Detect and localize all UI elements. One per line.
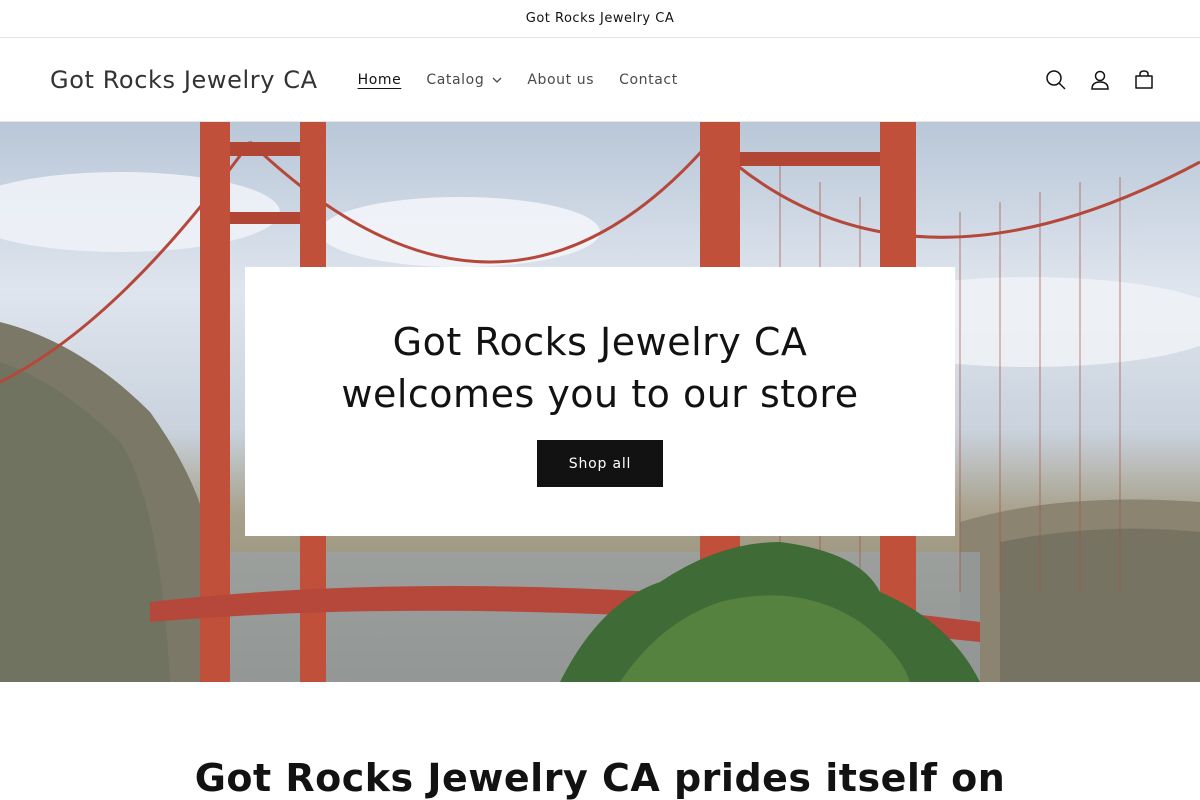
- announcement-text: Got Rocks Jewelry CA: [525, 11, 675, 26]
- main-nav: Home Catalog About us Contact: [358, 72, 678, 88]
- hero-banner: Got Rocks Jewelry CA welcomes you to our…: [0, 122, 1200, 682]
- nav-catalog-label: Catalog: [426, 71, 485, 88]
- search-icon[interactable]: [1038, 62, 1074, 98]
- hero-content-box: Got Rocks Jewelry CA welcomes you to our…: [245, 267, 955, 536]
- site-header: Got Rocks Jewelry CA Home Catalog About …: [0, 38, 1200, 122]
- nav-about[interactable]: About us: [527, 72, 594, 88]
- nav-home[interactable]: Home: [358, 72, 402, 88]
- store-logo[interactable]: Got Rocks Jewelry CA: [50, 66, 318, 94]
- nav-catalog[interactable]: Catalog: [426, 72, 502, 88]
- cart-icon[interactable]: [1126, 62, 1162, 98]
- header-icons: [1038, 38, 1162, 122]
- announcement-bar: Got Rocks Jewelry CA: [0, 0, 1200, 38]
- nav-contact[interactable]: Contact: [619, 72, 678, 88]
- account-icon[interactable]: [1082, 62, 1118, 98]
- chevron-down-icon: [492, 77, 502, 83]
- shop-all-button[interactable]: Shop all: [536, 440, 664, 487]
- intro-heading: Got Rocks Jewelry CA prides itself on: [194, 756, 1006, 800]
- hero-title: Got Rocks Jewelry CA welcomes you to our…: [341, 320, 859, 416]
